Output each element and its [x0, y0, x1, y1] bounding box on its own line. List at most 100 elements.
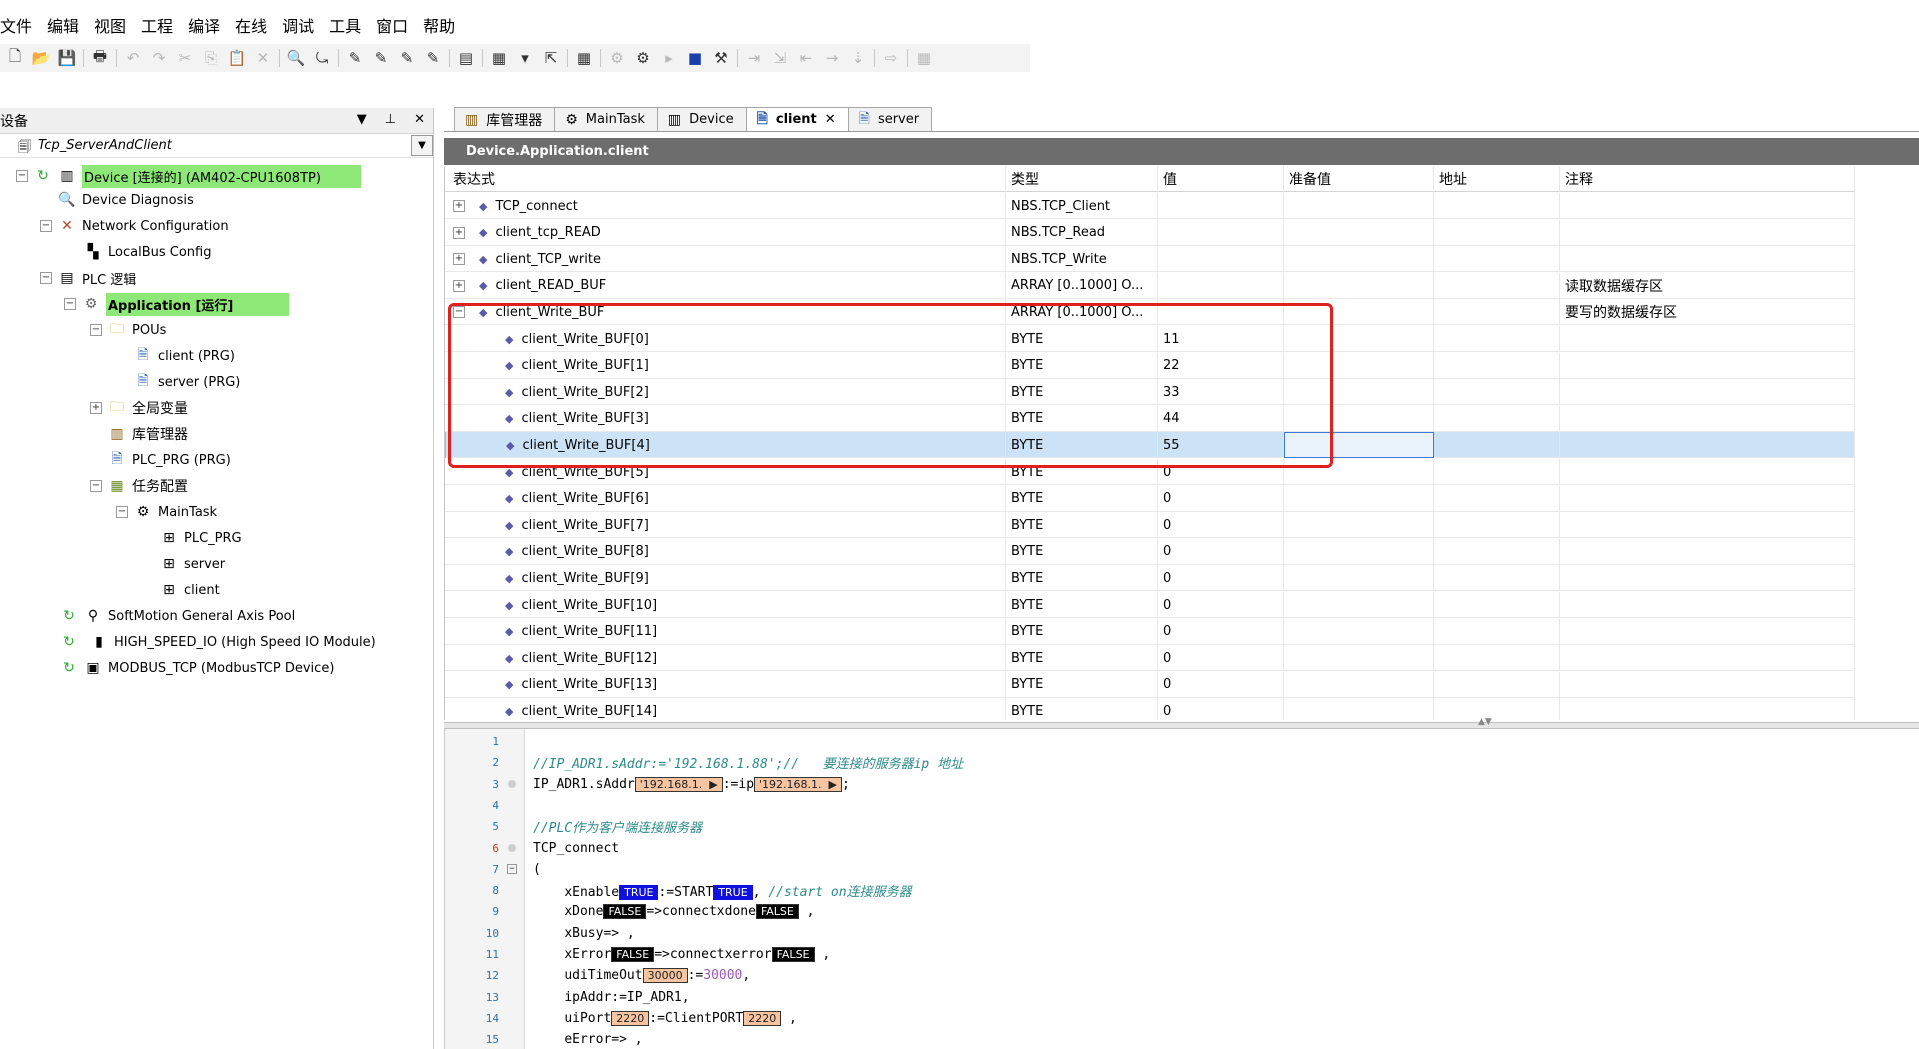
table-row[interactable]: ◆ client_Write_BUF[10] BYTE 0 [445, 592, 1855, 618]
code-line[interactable]: 10 xBusy=> , [445, 923, 1919, 944]
cell-expression[interactable]: ◆ client_Write_BUF[2] [445, 379, 1006, 406]
step-out-icon[interactable]: ⇤ [793, 47, 819, 69]
tree-item-device[interactable]: − ↻ ▥ Device [连接的] (AM402-CPU1608TP) [16, 164, 361, 188]
show-current-icon[interactable]: ⇨ [878, 47, 904, 69]
reset-icon[interactable]: ⚒ [708, 47, 734, 69]
save-icon[interactable]: 💾 [54, 47, 80, 69]
tree-item-server-prg[interactable]: 🗎 server (PRG) [134, 370, 240, 394]
table-row[interactable]: + ◆ client_READ_BUF ARRAY [0..1000] O... 读取数… [445, 272, 1855, 299]
table-row[interactable]: + ◆ client_tcp_READ NBS.TCP_Read [445, 219, 1855, 246]
cell-expression[interactable]: + ◆ TCP_connect [445, 193, 1006, 219]
tab-library-manager[interactable]: ▥ 库管理器 [454, 107, 556, 131]
code-line[interactable]: 1 [445, 731, 1919, 752]
cell-expression[interactable]: ◆ client_Write_BUF[10] [445, 592, 1006, 618]
code-line[interactable]: 8 xEnable TRUE:=START TRUE, //start on连接服务… [445, 880, 1919, 901]
tree-item-plc-prg[interactable]: 🗎 PLC_PRG (PRG) [108, 448, 230, 472]
code-line[interactable]: 15 eError=> , [445, 1029, 1919, 1049]
code-line[interactable]: 14 uiPort 2220:=ClientPORT 2220 , [445, 1008, 1919, 1029]
column-value[interactable]: 值 [1158, 166, 1284, 192]
tab-device[interactable]: ▥ Device [656, 107, 747, 131]
table-row[interactable]: ◆ client_Write_BUF[4] BYTE 55 [445, 432, 1855, 459]
cell-prepared-value[interactable] [1284, 592, 1434, 618]
collapse-icon[interactable]: − [40, 220, 52, 232]
tree-item-global-variables[interactable]: + 🗀 全局变量 [90, 396, 188, 420]
table-row[interactable]: − ◆ client_Write_BUF ARRAY [0..1000] O... 要写… [445, 299, 1855, 326]
calculator-icon[interactable]: ▦ [571, 47, 597, 69]
cell-expression[interactable]: ◆ client_Write_BUF[5] [445, 459, 1006, 485]
code-line[interactable]: 13 ipAddr:=IP_ADR1, [445, 987, 1919, 1008]
tree-item-device-diagnosis[interactable]: 🔍 Device Diagnosis [58, 188, 194, 212]
cell-expression[interactable]: ◆ client_Write_BUF[7] [445, 512, 1006, 539]
code-line[interactable]: 7− ( [445, 859, 1919, 880]
monitor-value[interactable]: TRUE [619, 885, 659, 901]
tree-item-library-manager[interactable]: ▥ 库管理器 [108, 422, 188, 446]
monitor-value[interactable]: TRUE [713, 885, 753, 901]
copy-icon[interactable]: ⎘ [198, 47, 224, 69]
code-line[interactable]: 2 //IP_ADR1.sAddr:='192.168.1.88';// 要连接的… [445, 752, 1919, 773]
expand-icon[interactable]: + [453, 279, 465, 292]
cell-prepared-value[interactable] [1284, 272, 1434, 299]
fold-icon[interactable]: − [507, 864, 517, 875]
table-row[interactable]: ◆ client_Write_BUF[2] BYTE 33 [445, 379, 1855, 406]
tab-client[interactable]: 🗎 client ✕ [745, 107, 849, 131]
stop-icon[interactable]: ■ [682, 47, 708, 69]
tree-item-network-configuration[interactable]: − ✕ Network Configuration [40, 214, 229, 238]
undo-icon[interactable]: ↶ [120, 47, 146, 69]
table-row[interactable]: ◆ client_Write_BUF[8] BYTE 0 [445, 538, 1855, 565]
code-line[interactable]: 9 xDone FALSE =>connectxdone FALSE , [445, 901, 1919, 922]
column-prepared-value[interactable]: 准备值 [1284, 166, 1434, 192]
new-file-icon[interactable]: 🗋 [2, 47, 28, 69]
bookmark-next-icon[interactable]: ✎ [368, 47, 394, 69]
cell-prepared-value[interactable] [1284, 326, 1434, 352]
login-icon[interactable]: ⚙ [604, 47, 630, 69]
tree-item-softmotion-axis-pool[interactable]: ↻ ⚲ SoftMotion General Axis Pool [60, 604, 295, 628]
collapse-icon[interactable]: − [90, 324, 102, 336]
menu-project[interactable]: 工程 [141, 13, 182, 37]
monitor-value[interactable]: 2220 [611, 1010, 650, 1026]
tree-item-modbus-tcp[interactable]: ↻ ▣ MODBUS_TCP (ModbusTCP Device) [60, 656, 334, 680]
tab-server[interactable]: 🗎 server [847, 107, 933, 131]
step-into-icon[interactable]: ⇲ [767, 47, 793, 69]
monitor-value[interactable]: FALSE [755, 904, 799, 920]
menu-file[interactable]: 文件 [0, 13, 41, 37]
expand-icon[interactable]: + [453, 226, 465, 239]
project-selector[interactable]: 🗐 Tcp_ServerAndClient ▼ [0, 134, 433, 158]
cell-expression[interactable]: ◆ client_Write_BUF[6] [445, 485, 1006, 512]
find-icon[interactable]: 🔍 [283, 47, 309, 69]
code-line[interactable]: 5 //PLC作为客户端连接服务器 [445, 816, 1919, 837]
editor-splitter[interactable]: ▲▼ [444, 717, 1919, 729]
cell-prepared-value[interactable] [1284, 512, 1434, 539]
tree-item-task-client[interactable]: ⊞ client [160, 578, 220, 602]
menu-window[interactable]: 窗口 [376, 13, 417, 37]
cell-prepared-value[interactable] [1284, 565, 1434, 592]
force-values-icon[interactable]: ▦ [911, 47, 937, 69]
table-row[interactable]: ◆ client_Write_BUF[5] BYTE 0 [445, 459, 1855, 485]
cell-prepared-value[interactable] [1284, 645, 1434, 672]
menu-edit[interactable]: 编辑 [47, 13, 88, 37]
step-over-icon[interactable]: ⇥ [741, 47, 767, 69]
collapse-icon[interactable]: − [453, 306, 465, 319]
cell-prepared-value[interactable] [1284, 618, 1434, 645]
monitor-value[interactable]: '192.168.1. ▶ [754, 776, 842, 792]
tree-item-task-server[interactable]: ⊞ server [160, 552, 225, 576]
column-comment[interactable]: 注释 [1560, 166, 1855, 192]
collapse-icon[interactable]: − [64, 298, 76, 310]
cell-expression[interactable]: ◆ client_Write_BUF[0] [445, 326, 1006, 352]
tree-item-task-configuration[interactable]: − ▦ 任务配置 [90, 474, 188, 498]
cell-expression[interactable]: ◆ client_Write_BUF[11] [445, 618, 1006, 645]
tree-item-client-prg[interactable]: 🗎 client (PRG) [134, 344, 235, 368]
column-address[interactable]: 地址 [1434, 166, 1560, 192]
cell-prepared-value[interactable] [1284, 432, 1434, 459]
expand-icon[interactable]: + [453, 253, 465, 266]
start-icon[interactable]: ▸ [656, 47, 682, 69]
code-line[interactable]: 4 [445, 795, 1919, 816]
monitor-value[interactable]: FALSE [771, 947, 815, 962]
find-replace-icon[interactable]: ⤿ [309, 47, 335, 69]
tree-item-localbus-config[interactable]: ▚ LocalBus Config [84, 240, 212, 264]
cell-expression[interactable]: − ◆ client_Write_BUF [445, 299, 1006, 326]
code-line[interactable]: 11 xError FALSE =>connectxerror FALSE , [445, 944, 1919, 965]
table-row[interactable]: ◆ client_Write_BUF[14] BYTE 0 [445, 698, 1855, 720]
delete-icon[interactable]: ✕ [250, 47, 276, 69]
tree-item-application[interactable]: − ⚙ Application [运行] [64, 292, 290, 316]
cell-prepared-value[interactable] [1284, 698, 1434, 720]
